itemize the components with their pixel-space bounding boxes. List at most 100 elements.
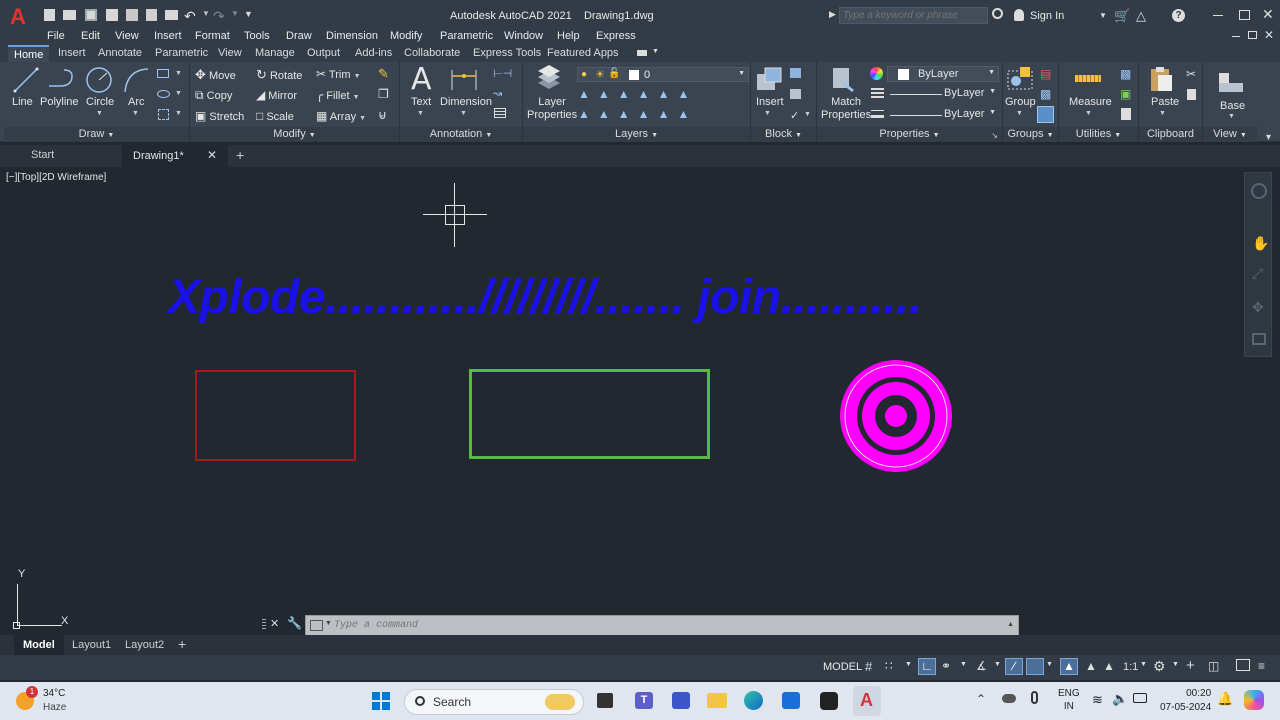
tab-express-tools[interactable]: Express Tools (473, 47, 541, 59)
menu-file[interactable]: File (47, 30, 65, 42)
trim-button[interactable]: ✂ Trim ▼ (316, 67, 361, 81)
menu-draw[interactable]: Draw (286, 30, 312, 42)
circle-dropdown-icon[interactable]: ▼ (96, 110, 103, 117)
menu-insert[interactable]: Insert (154, 30, 182, 42)
utilities-panel-title[interactable]: Utilities ▼ (1059, 127, 1138, 142)
edit-attributes-dropdown-icon[interactable]: ▼ (804, 111, 811, 118)
annotation-visibility-icon[interactable]: ▲ (1060, 658, 1078, 675)
tab-manage[interactable]: Manage (255, 47, 295, 59)
ortho-icon[interactable]: ∟ (918, 658, 936, 675)
measure-dropdown-icon[interactable]: ▼ (1085, 110, 1092, 117)
menu-edit[interactable]: Edit (81, 30, 100, 42)
publish-icon[interactable] (146, 9, 157, 21)
menu-tools[interactable]: Tools (244, 30, 270, 42)
arc-button[interactable]: Arc (128, 96, 145, 108)
command-history-icon[interactable]: ▲ (1007, 621, 1014, 628)
tab-insert[interactable]: Insert (58, 47, 86, 59)
layers-panel-title[interactable]: Layers ▼ (523, 127, 750, 142)
orbit-icon[interactable]: ✥ (1252, 299, 1264, 316)
object-snap-tracking-icon[interactable]: ∕ (1005, 658, 1023, 675)
annotation-scale-value[interactable]: 1:1 (1123, 661, 1138, 673)
a360-icon[interactable]: △ (1136, 8, 1146, 24)
arc-dropdown-icon[interactable]: ▼ (132, 110, 139, 117)
line-icon[interactable] (12, 66, 40, 94)
print-icon[interactable] (165, 10, 178, 20)
volume-icon[interactable]: 🔈 (1112, 691, 1128, 707)
rectangle-dropdown-icon[interactable]: ▼ (175, 70, 182, 77)
showmotion-icon[interactable] (1252, 333, 1266, 345)
magenta-target-entity[interactable] (838, 358, 954, 474)
draw-panel-title[interactable]: Draw ▼ (4, 127, 189, 142)
layer-previous-icon[interactable]: ▲ (677, 87, 697, 101)
drawing1-tab-close-icon[interactable]: ✕ (207, 148, 217, 162)
drawing1-tab[interactable]: Drawing1* ✕ (122, 145, 228, 167)
show-hidden-icons-icon[interactable]: ⌃ (976, 692, 986, 706)
hatch-icon[interactable] (157, 90, 170, 98)
edit-block-icon[interactable] (790, 89, 801, 99)
base-button[interactable]: Base (1220, 100, 1245, 112)
menu-express[interactable]: Express (596, 30, 636, 42)
windows-start-icon[interactable] (372, 692, 390, 710)
annotation-panel-title[interactable]: Annotation ▼ (400, 127, 522, 142)
dimension-icon[interactable] (448, 66, 480, 94)
layer-dropdown[interactable]: ● ☀ 🔓 0 ▼ (577, 67, 749, 82)
microphone-icon[interactable] (1031, 691, 1038, 704)
task-view-icon[interactable] (597, 693, 613, 708)
copy-clip-icon[interactable] (1187, 89, 1196, 100)
annotation-monitor-icon[interactable]: + (1186, 657, 1195, 674)
weather-widget[interactable]: 1 34°C Haze (16, 686, 106, 716)
rotate-button[interactable]: ↻ Rotate (256, 67, 302, 83)
paste-icon[interactable] (1147, 65, 1175, 95)
command-prompt-icon[interactable] (310, 620, 323, 631)
undo-icon[interactable]: ↶ (184, 8, 196, 25)
command-line-grip-icon[interactable] (262, 619, 266, 631)
menu-dimension[interactable]: Dimension (326, 30, 378, 42)
text-button[interactable]: Text (411, 96, 431, 108)
maximize-icon[interactable] (1239, 10, 1250, 20)
ribbon-toggle-dropdown-icon[interactable]: ▼ (652, 48, 659, 55)
layer-match-icon[interactable]: ▲ (658, 87, 678, 101)
sign-in-dropdown-icon[interactable]: ▼ (1099, 11, 1107, 20)
command-line-close-icon[interactable]: ✕ (270, 617, 279, 630)
paste-dropdown-icon[interactable]: ▼ (1159, 110, 1166, 117)
save-icon[interactable] (85, 9, 97, 21)
polyline-icon[interactable] (46, 66, 76, 94)
polar-icon[interactable]: ⚭ (941, 659, 951, 673)
group-edit-icon[interactable]: ▩ (1040, 87, 1051, 101)
offset-button[interactable]: ⊌ (378, 108, 387, 122)
properties-launcher-icon[interactable]: ↘ (991, 131, 998, 140)
layer-unlock-icon[interactable]: ▲ (638, 107, 658, 121)
tab-view[interactable]: View (218, 47, 242, 59)
doc-minimize-icon[interactable] (1232, 36, 1240, 37)
workspace-dropdown-icon[interactable]: ▼ (1172, 661, 1179, 668)
plot-icon[interactable] (126, 9, 138, 21)
menu-view[interactable]: View (115, 30, 139, 42)
steering-wheel-icon[interactable] (1251, 183, 1267, 199)
davinci-icon[interactable] (820, 692, 838, 710)
command-line[interactable]: ▼ ▲ (305, 615, 1019, 636)
isodraft-icon[interactable]: ∡ (976, 659, 987, 673)
arc-icon[interactable] (122, 66, 150, 94)
quick-select-icon[interactable]: ▩ (1120, 67, 1131, 81)
grid-icon[interactable]: # (865, 659, 872, 674)
polyline-button[interactable]: Polyline (40, 96, 79, 108)
save-as-icon[interactable] (106, 9, 118, 21)
layer-freeze-tool-icon[interactable]: ▲ (618, 87, 638, 101)
move-button[interactable]: ✥ Move (195, 67, 236, 83)
file-explorer-icon[interactable] (707, 693, 727, 708)
cart-icon[interactable]: 🛒 (1114, 8, 1130, 24)
insert-button[interactable]: Insert (756, 96, 784, 108)
redo-dropdown-icon[interactable]: ▼ (231, 9, 239, 18)
leader-icon[interactable]: ↝ (493, 87, 502, 100)
help-icon[interactable]: ? (1172, 9, 1185, 22)
taskbar-search-box[interactable]: Search (404, 689, 584, 715)
close-icon[interactable]: ✕ (1262, 6, 1274, 23)
zoom-icon[interactable]: ⤢ (1252, 265, 1263, 282)
new-file-icon[interactable] (44, 9, 55, 21)
annotation-scale-dropdown-icon[interactable]: ▼ (1140, 661, 1147, 668)
command-input[interactable] (334, 618, 974, 633)
doc-restore-icon[interactable] (1248, 31, 1257, 39)
hatch-dropdown-icon[interactable]: ▼ (175, 90, 182, 97)
ribbon-toggle-icon[interactable] (637, 50, 647, 56)
group-dropdown-icon[interactable]: ▼ (1016, 110, 1023, 117)
